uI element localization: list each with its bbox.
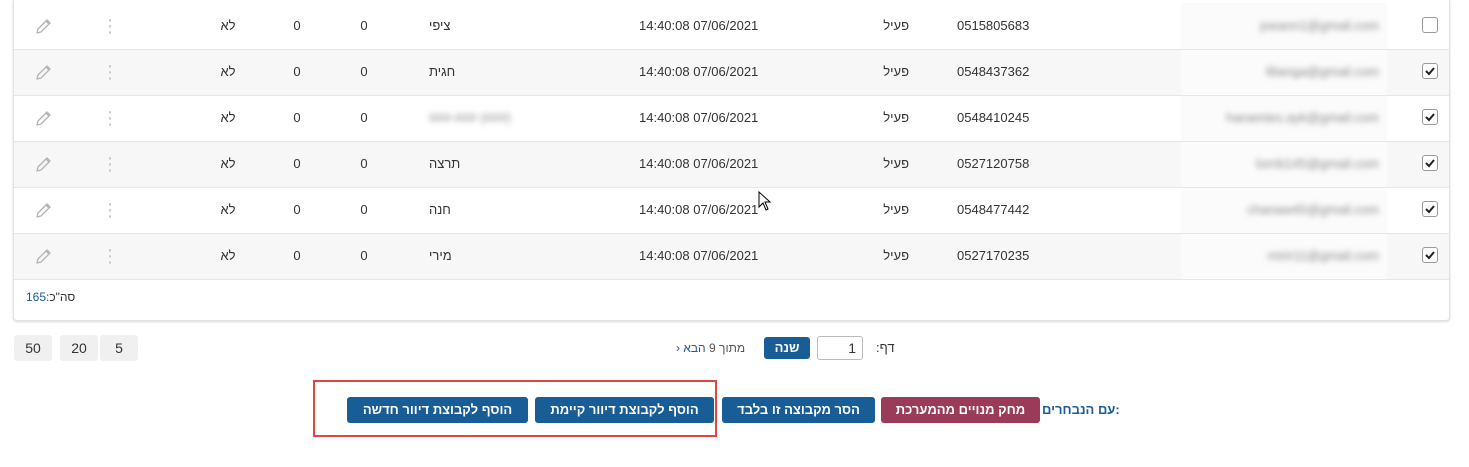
with-selected-label: עם הנבחרים:	[1042, 402, 1120, 417]
count-cell-2: 0	[293, 156, 301, 171]
count-cell-2: 0	[293, 64, 301, 79]
email-cell: hanamies.ayk@gmail.com	[1226, 110, 1379, 125]
phone-cell: 0527170235	[957, 248, 1030, 263]
date-cell: 14:40:08 07/06/2021	[639, 248, 759, 263]
flag-cell: לא	[220, 156, 236, 171]
flag-cell: לא	[220, 248, 236, 263]
phone-cell: 0548410245	[957, 110, 1030, 125]
table-row: joeann1@gmail.com 0515805683 פעיל 14:40:08 …	[14, 3, 1449, 50]
table-row: hanamies.ayk@gmail.com 0548410245 פעיל 14:4…	[14, 95, 1449, 142]
phone-cell: 0548437362	[957, 64, 1030, 79]
count-cell: 0	[360, 156, 368, 171]
email-cell: lornb145@gmail.com	[1255, 156, 1379, 171]
edit-pencil-icon[interactable]	[32, 95, 56, 141]
row-checkbox[interactable]	[1420, 233, 1438, 279]
name-cell: ציפי	[429, 18, 451, 33]
more-options-icon[interactable]: ⋮	[101, 49, 119, 95]
checkbox-checked-icon[interactable]	[1422, 155, 1438, 171]
count-cell: 0	[360, 64, 368, 79]
flag-cell: לא	[220, 18, 236, 33]
checkbox-empty-icon[interactable]	[1422, 17, 1438, 33]
status-cell: פעיל	[883, 110, 909, 125]
name-cell: תרצה	[429, 156, 461, 171]
table-row: lilianga@gmail.com 0548437362 פעיל 14:40:08…	[14, 49, 1449, 96]
date-cell: 14:40:08 07/06/2021	[639, 18, 759, 33]
status-cell: פעיל	[883, 248, 909, 263]
total-value: 165	[26, 290, 47, 304]
count-cell: 0	[360, 202, 368, 217]
status-cell: פעיל	[883, 18, 909, 33]
next-page-label: הבא	[683, 341, 706, 355]
name-cell: מירי	[429, 248, 452, 263]
phone-cell: 0527120758	[957, 156, 1030, 171]
count-cell-2: 0	[293, 110, 301, 125]
name-cell: חנה	[429, 202, 451, 217]
page-of-text: מתוך 9 הבא ‹	[676, 341, 745, 355]
more-options-icon[interactable]: ⋮	[101, 233, 119, 279]
table-row: lornb145@gmail.com 0527120758 פעיל 14:40:08…	[14, 141, 1449, 188]
checkbox-checked-icon[interactable]	[1422, 109, 1438, 125]
phone-cell: 0515805683	[957, 18, 1030, 33]
chevron-left-icon: ‹	[676, 341, 680, 355]
remove-from-group-button[interactable]: הסר מקבוצה זו בלבד	[722, 397, 875, 423]
more-options-icon[interactable]: ⋮	[101, 141, 119, 187]
status-cell: פעיל	[883, 202, 909, 217]
date-cell: 14:40:08 07/06/2021	[639, 64, 759, 79]
row-checkbox[interactable]	[1420, 49, 1438, 95]
date-cell: 14:40:08 07/06/2021	[639, 110, 759, 125]
name-cell: חגית	[429, 64, 456, 79]
row-checkbox[interactable]	[1420, 141, 1438, 187]
flag-cell: לא	[220, 202, 236, 217]
row-checkbox[interactable]	[1420, 187, 1438, 233]
count-cell-2: 0	[293, 18, 301, 33]
edit-pencil-icon[interactable]	[32, 233, 56, 279]
more-options-icon[interactable]: ⋮	[101, 95, 119, 141]
date-cell: 14:40:08 07/06/2021	[639, 156, 759, 171]
change-page-button[interactable]: שנה	[764, 337, 810, 359]
checkbox-checked-icon[interactable]	[1422, 63, 1438, 79]
table-row: chanaw45@gmail.com 0548477442 פעיל 14:40:08…	[14, 187, 1449, 234]
row-checkbox[interactable]	[1420, 3, 1438, 49]
count-cell-2: 0	[293, 248, 301, 263]
checkbox-checked-icon[interactable]	[1422, 201, 1438, 217]
page-label: דף:	[876, 340, 895, 355]
phone-cell: 0548477442	[957, 202, 1030, 217]
delete-subscribers-button[interactable]: מחק מנויים מהמערכת	[881, 397, 1040, 423]
total-label: סה"כ:	[46, 290, 76, 304]
page-of-label: מתוך 9	[709, 341, 746, 355]
next-page-link[interactable]: הבא ‹	[676, 341, 706, 355]
highlight-box	[313, 380, 717, 437]
table-total: סה"כ:165	[26, 290, 75, 304]
per-page-50[interactable]: 50	[14, 335, 52, 361]
status-cell: פעיל	[883, 64, 909, 79]
name-cell: (###) ###-###	[429, 110, 511, 125]
more-options-icon[interactable]: ⋮	[101, 3, 119, 49]
table-row: mirir11@gmail.com 0527170235 פעיל 14:40:08 …	[14, 233, 1449, 280]
mouse-cursor-icon	[758, 191, 772, 211]
edit-pencil-icon[interactable]	[32, 3, 56, 49]
per-page-5[interactable]: 5	[100, 335, 138, 361]
count-cell: 0	[360, 18, 368, 33]
count-cell: 0	[360, 248, 368, 263]
checkbox-checked-icon[interactable]	[1422, 247, 1438, 263]
count-cell-2: 0	[293, 202, 301, 217]
more-options-icon[interactable]: ⋮	[101, 187, 119, 233]
edit-pencil-icon[interactable]	[32, 141, 56, 187]
count-cell: 0	[360, 110, 368, 125]
row-checkbox[interactable]	[1420, 95, 1438, 141]
edit-pencil-icon[interactable]	[32, 187, 56, 233]
page-input[interactable]: 1	[817, 336, 863, 360]
per-page-20[interactable]: 20	[60, 335, 98, 361]
subscribers-table: mirir11@gmail.com 0527170235 פעיל 14:40:08 …	[13, 0, 1450, 321]
edit-pencil-icon[interactable]	[32, 49, 56, 95]
status-cell: פעיל	[883, 156, 909, 171]
email-cell: mirir11@gmail.com	[1267, 248, 1379, 263]
flag-cell: לא	[220, 64, 236, 79]
email-cell: chanaw45@gmail.com	[1247, 202, 1379, 217]
flag-cell: לא	[220, 110, 236, 125]
email-cell: lilianga@gmail.com	[1266, 64, 1379, 79]
email-cell: joeann1@gmail.com	[1260, 18, 1379, 33]
